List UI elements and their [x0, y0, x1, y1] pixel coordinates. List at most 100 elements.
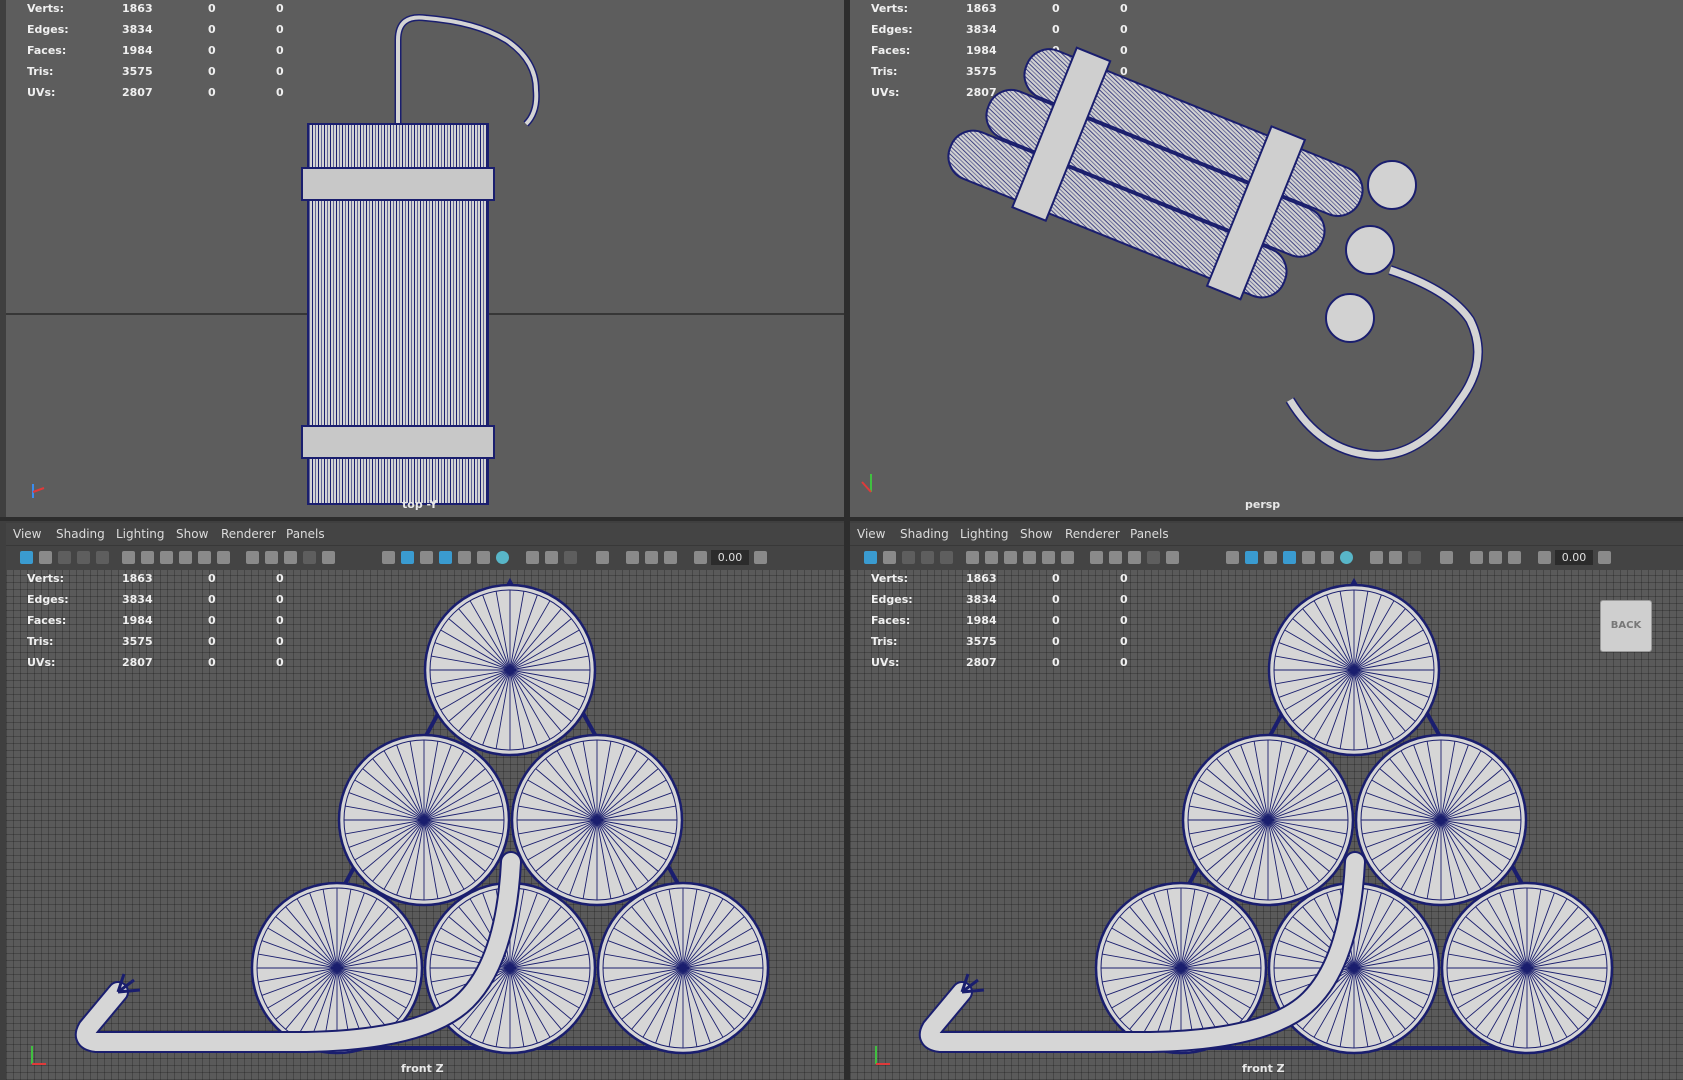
- grease-pencil-icon[interactable]: [966, 551, 979, 564]
- shadows-icon[interactable]: [1340, 551, 1353, 564]
- flat-shade-icon[interactable]: [420, 551, 433, 564]
- dynamite-stick-end: [1354, 733, 1528, 907]
- safe-action-icon[interactable]: [265, 551, 278, 564]
- isolate-select-icon[interactable]: [1440, 551, 1453, 564]
- resolution-gate-icon[interactable]: [1023, 551, 1036, 564]
- textured-icon[interactable]: [458, 551, 471, 564]
- xray-components-icon[interactable]: [664, 551, 677, 564]
- wireframe-on-shaded-icon[interactable]: [439, 551, 452, 564]
- exposure-field[interactable]: 0.00: [1555, 550, 1593, 565]
- xray-icon[interactable]: [626, 551, 639, 564]
- viewport-front-left[interactable]: Verts: 1863 0 0 Edges: 3834 0 0 Faces: 1984 0 0 T…: [6, 570, 844, 1080]
- dynamite-stick-end: [337, 733, 511, 907]
- smooth-shade-icon[interactable]: [1245, 551, 1258, 564]
- fuse-tip: [116, 973, 141, 994]
- grease-pencil-icon[interactable]: [122, 551, 135, 564]
- field-chart-icon[interactable]: [1166, 551, 1179, 564]
- dynamite-front-geometry: [74, 577, 770, 1055]
- axis-gizmo-icon: [875, 1046, 890, 1065]
- gate-mask-icon[interactable]: [1147, 551, 1160, 564]
- menu-show[interactable]: Show: [176, 527, 208, 541]
- panel-menu-bar-right: View Shading Lighting Show Renderer Pane…: [850, 523, 1683, 545]
- xray-joints-icon[interactable]: [645, 551, 658, 564]
- camera-icon[interactable]: [141, 551, 154, 564]
- menu-renderer[interactable]: Renderer: [221, 527, 276, 541]
- 2d-pan-zoom-icon[interactable]: [96, 551, 109, 564]
- image-plane-icon[interactable]: [77, 551, 90, 564]
- pencil-icon[interactable]: [217, 551, 230, 564]
- camera-label-front: front Z: [1242, 1062, 1285, 1075]
- camera-icon[interactable]: [985, 551, 998, 564]
- shadows-icon[interactable]: [496, 551, 509, 564]
- panel-menu-bar-left: View Shading Lighting Show Renderer Pane…: [6, 523, 844, 545]
- dynamite-bundle-persp: [947, 46, 1364, 301]
- camera-attributes-icon[interactable]: [883, 551, 896, 564]
- flat-shade-icon[interactable]: [1264, 551, 1277, 564]
- grid-icon[interactable]: [1090, 551, 1103, 564]
- view-cube-back[interactable]: BACK: [1600, 600, 1652, 652]
- exposure-icon[interactable]: [694, 551, 707, 564]
- xray-icon[interactable]: [1470, 551, 1483, 564]
- menu-renderer[interactable]: Renderer: [1065, 527, 1120, 541]
- motion-blur-icon[interactable]: [545, 551, 558, 564]
- film-gate-icon[interactable]: [1004, 551, 1017, 564]
- dynamite-front-geometry: [918, 577, 1614, 1055]
- gate-mask-icon[interactable]: [303, 551, 316, 564]
- menu-shading[interactable]: Shading: [56, 527, 105, 541]
- dynamite-top-view: [6, 13, 844, 505]
- menu-view[interactable]: View: [13, 527, 41, 541]
- menu-lighting[interactable]: Lighting: [960, 527, 1009, 541]
- wireframe-on-shaded-icon[interactable]: [1283, 551, 1296, 564]
- gamma-icon[interactable]: [754, 551, 767, 564]
- resolution-gate-icon[interactable]: [179, 551, 192, 564]
- ambient-occlusion-icon[interactable]: [1370, 551, 1383, 564]
- menu-show[interactable]: Show: [1020, 527, 1052, 541]
- smooth-shade-icon[interactable]: [401, 551, 414, 564]
- camera-attributes-icon[interactable]: [39, 551, 52, 564]
- image-plane-icon[interactable]: [921, 551, 934, 564]
- safe-action-icon[interactable]: [1109, 551, 1122, 564]
- select-camera-icon[interactable]: [864, 551, 877, 564]
- viewport-top[interactable]: Verts: 1863 0 0 Edges: 3834 0 0 Faces: 1984 0 0 T…: [6, 0, 844, 517]
- paint-brush-icon[interactable]: [1042, 551, 1055, 564]
- ambient-occlusion-icon[interactable]: [526, 551, 539, 564]
- dynamite-stick-end: [1181, 733, 1355, 907]
- textured-icon[interactable]: [1302, 551, 1315, 564]
- menu-lighting[interactable]: Lighting: [116, 527, 165, 541]
- bookmark-icon[interactable]: [902, 551, 915, 564]
- safe-title-icon[interactable]: [284, 551, 297, 564]
- motion-blur-icon[interactable]: [1389, 551, 1402, 564]
- menu-view[interactable]: View: [857, 527, 885, 541]
- anti-aliasing-icon[interactable]: [564, 551, 577, 564]
- isolate-select-icon[interactable]: [596, 551, 609, 564]
- grid-icon[interactable]: [246, 551, 259, 564]
- paint-brush-icon[interactable]: [198, 551, 211, 564]
- xray-joints-icon[interactable]: [1489, 551, 1502, 564]
- exposure-icon[interactable]: [1538, 551, 1551, 564]
- camera-label-top: top -Y: [402, 498, 438, 511]
- anti-aliasing-icon[interactable]: [1408, 551, 1421, 564]
- viewport-persp[interactable]: Verts:186300 Edges:383400 Faces:198400 T…: [850, 0, 1683, 517]
- wireframe-icon[interactable]: [1226, 551, 1239, 564]
- gamma-icon[interactable]: [1598, 551, 1611, 564]
- dynamite-stick-end: [510, 733, 684, 907]
- pencil-icon[interactable]: [1061, 551, 1074, 564]
- menu-panels[interactable]: Panels: [1130, 527, 1169, 541]
- lights-icon[interactable]: [1321, 551, 1334, 564]
- viewport-front-right[interactable]: Verts: 1863 0 0 Edges: 3834 0 0 Faces: 1984 0 0 T…: [850, 570, 1683, 1080]
- safe-title-icon[interactable]: [1128, 551, 1141, 564]
- film-gate-icon[interactable]: [160, 551, 173, 564]
- menu-panels[interactable]: Panels: [286, 527, 325, 541]
- lights-icon[interactable]: [477, 551, 490, 564]
- menu-shading[interactable]: Shading: [900, 527, 949, 541]
- exposure-field[interactable]: 0.00: [711, 550, 749, 565]
- wireframe-icon[interactable]: [382, 551, 395, 564]
- axis-gizmo-icon: [861, 474, 872, 493]
- bookmark-icon[interactable]: [58, 551, 71, 564]
- 2d-pan-zoom-icon[interactable]: [940, 551, 953, 564]
- tape-band-lower: [301, 425, 495, 459]
- viewport-divider-horizontal[interactable]: [0, 517, 1683, 521]
- field-chart-icon[interactable]: [322, 551, 335, 564]
- select-camera-icon[interactable]: [20, 551, 33, 564]
- xray-components-icon[interactable]: [1508, 551, 1521, 564]
